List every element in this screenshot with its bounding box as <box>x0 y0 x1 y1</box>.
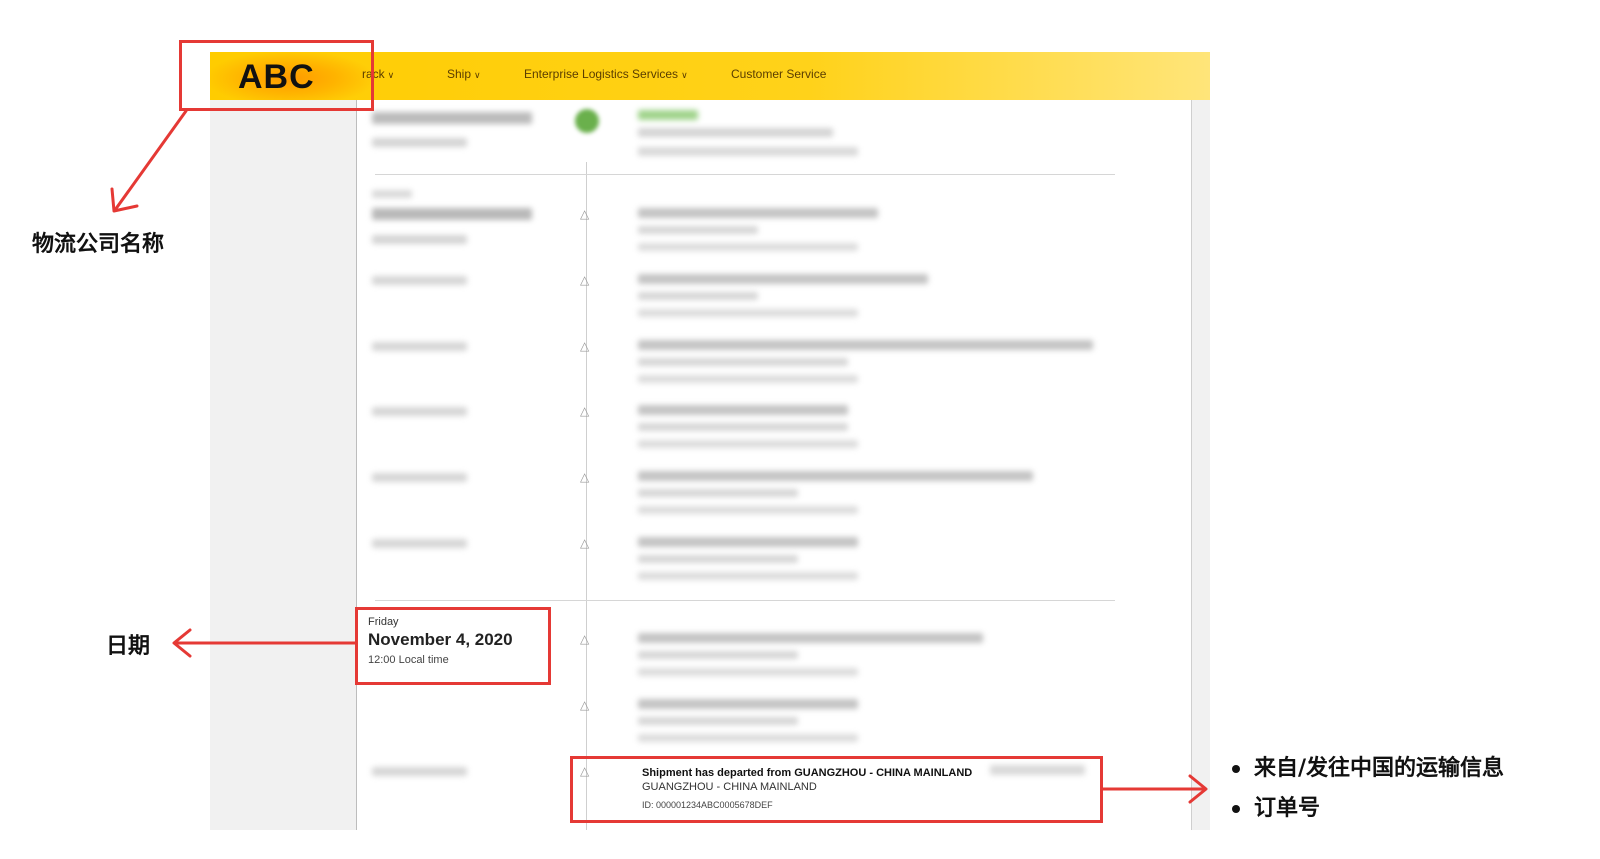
blurred-event-title <box>638 471 1033 481</box>
blurred-event-loc <box>638 226 758 234</box>
arrow-to-company-label <box>113 109 188 212</box>
blurred-event-id <box>638 440 858 448</box>
blurred-event-id <box>638 375 858 383</box>
tracking-page-screenshot: ABC rack ∨ Ship ∨ Enterprise Logistics Ser… <box>210 52 1210 830</box>
blurred-event-id <box>638 668 858 676</box>
date-highlight-box <box>355 607 551 685</box>
chevron-down-icon: ∨ <box>681 70 688 80</box>
bullet-order-number: 订单号 <box>1254 796 1321 821</box>
blurred-date <box>372 112 532 124</box>
event-triangle-icon: △ <box>580 207 590 221</box>
blurred-event-title <box>638 208 878 218</box>
blurred-event-id <box>638 243 858 251</box>
blurred-time <box>372 767 467 776</box>
blurred-event-loc <box>638 292 758 300</box>
blurred-event-id <box>638 506 858 514</box>
nav-customer-service-label: Customer Service <box>731 67 827 81</box>
bullet-dot-icon <box>1232 765 1240 773</box>
blurred-time <box>372 138 467 147</box>
blurred-event-id <box>638 734 858 742</box>
timeline-line <box>586 162 587 830</box>
day-divider <box>375 600 1115 601</box>
logo-highlight-box <box>179 40 374 111</box>
blurred-event-loc <box>638 489 798 497</box>
bullet-item: 订单号 <box>1232 790 1504 822</box>
blurred-event-title <box>638 633 983 643</box>
blurred-weekday <box>372 190 412 198</box>
blurred-event-loc <box>638 555 798 563</box>
event-triangle-icon: △ <box>580 470 590 484</box>
chevron-down-icon: ∨ <box>474 70 481 80</box>
bullet-item: 来自/发往中国的运输信息 <box>1232 750 1504 782</box>
blurred-event-loc <box>638 423 848 431</box>
blurred-time <box>372 235 467 244</box>
date-annotation: 日期 <box>106 634 151 659</box>
blurred-event-title <box>638 274 928 284</box>
content-border <box>356 100 357 830</box>
event-annotation-list: 来自/发往中国的运输信息 订单号 <box>1232 750 1504 830</box>
blurred-event-loc <box>638 651 798 659</box>
blurred-event-id <box>638 572 858 580</box>
delivered-status-dot <box>575 109 599 133</box>
chevron-down-icon: ∨ <box>387 70 395 80</box>
blurred-time <box>372 539 467 548</box>
event-triangle-icon: △ <box>580 339 590 353</box>
right-scroll-edge <box>1191 100 1210 830</box>
company-name-annotation: 物流公司名称 <box>32 232 165 257</box>
bullet-dot-icon <box>1232 805 1240 813</box>
nav-ship-label: Ship <box>447 67 472 81</box>
arrow-head-date <box>172 628 192 658</box>
event-triangle-icon: △ <box>580 273 590 287</box>
event-triangle-icon: △ <box>580 632 590 646</box>
event-highlight-box <box>570 756 1103 823</box>
blurred-time <box>372 473 467 482</box>
nav-customer-service[interactable]: Customer Service <box>731 67 826 81</box>
blurred-status <box>638 110 698 120</box>
day-divider <box>375 174 1115 175</box>
event-triangle-icon: △ <box>580 404 590 418</box>
blurred-time <box>372 276 467 285</box>
blurred-time <box>372 342 467 351</box>
left-gutter <box>210 52 357 830</box>
bullet-china-shipping: 来自/发往中国的运输信息 <box>1254 756 1505 781</box>
arrow-head-company <box>110 187 139 213</box>
blurred-event-title <box>638 405 848 415</box>
nav-enterprise-logistics[interactable]: Enterprise Logistics Services ∨ <box>524 67 688 81</box>
blurred-event-title <box>638 340 1093 350</box>
event-triangle-icon: △ <box>580 536 590 550</box>
nav-ship[interactable]: Ship ∨ <box>447 67 481 81</box>
nav-enterprise-label: Enterprise Logistics Services <box>524 67 679 81</box>
blurred-line <box>638 147 858 156</box>
blurred-event-id <box>638 309 858 317</box>
blurred-line <box>638 128 833 137</box>
blurred-date <box>372 208 532 220</box>
blurred-time <box>372 407 467 416</box>
blurred-event-loc <box>638 717 798 725</box>
blurred-event-title <box>638 537 858 547</box>
event-triangle-icon: △ <box>580 698 590 712</box>
blurred-event-loc <box>638 358 848 366</box>
blurred-event-title <box>638 699 858 709</box>
